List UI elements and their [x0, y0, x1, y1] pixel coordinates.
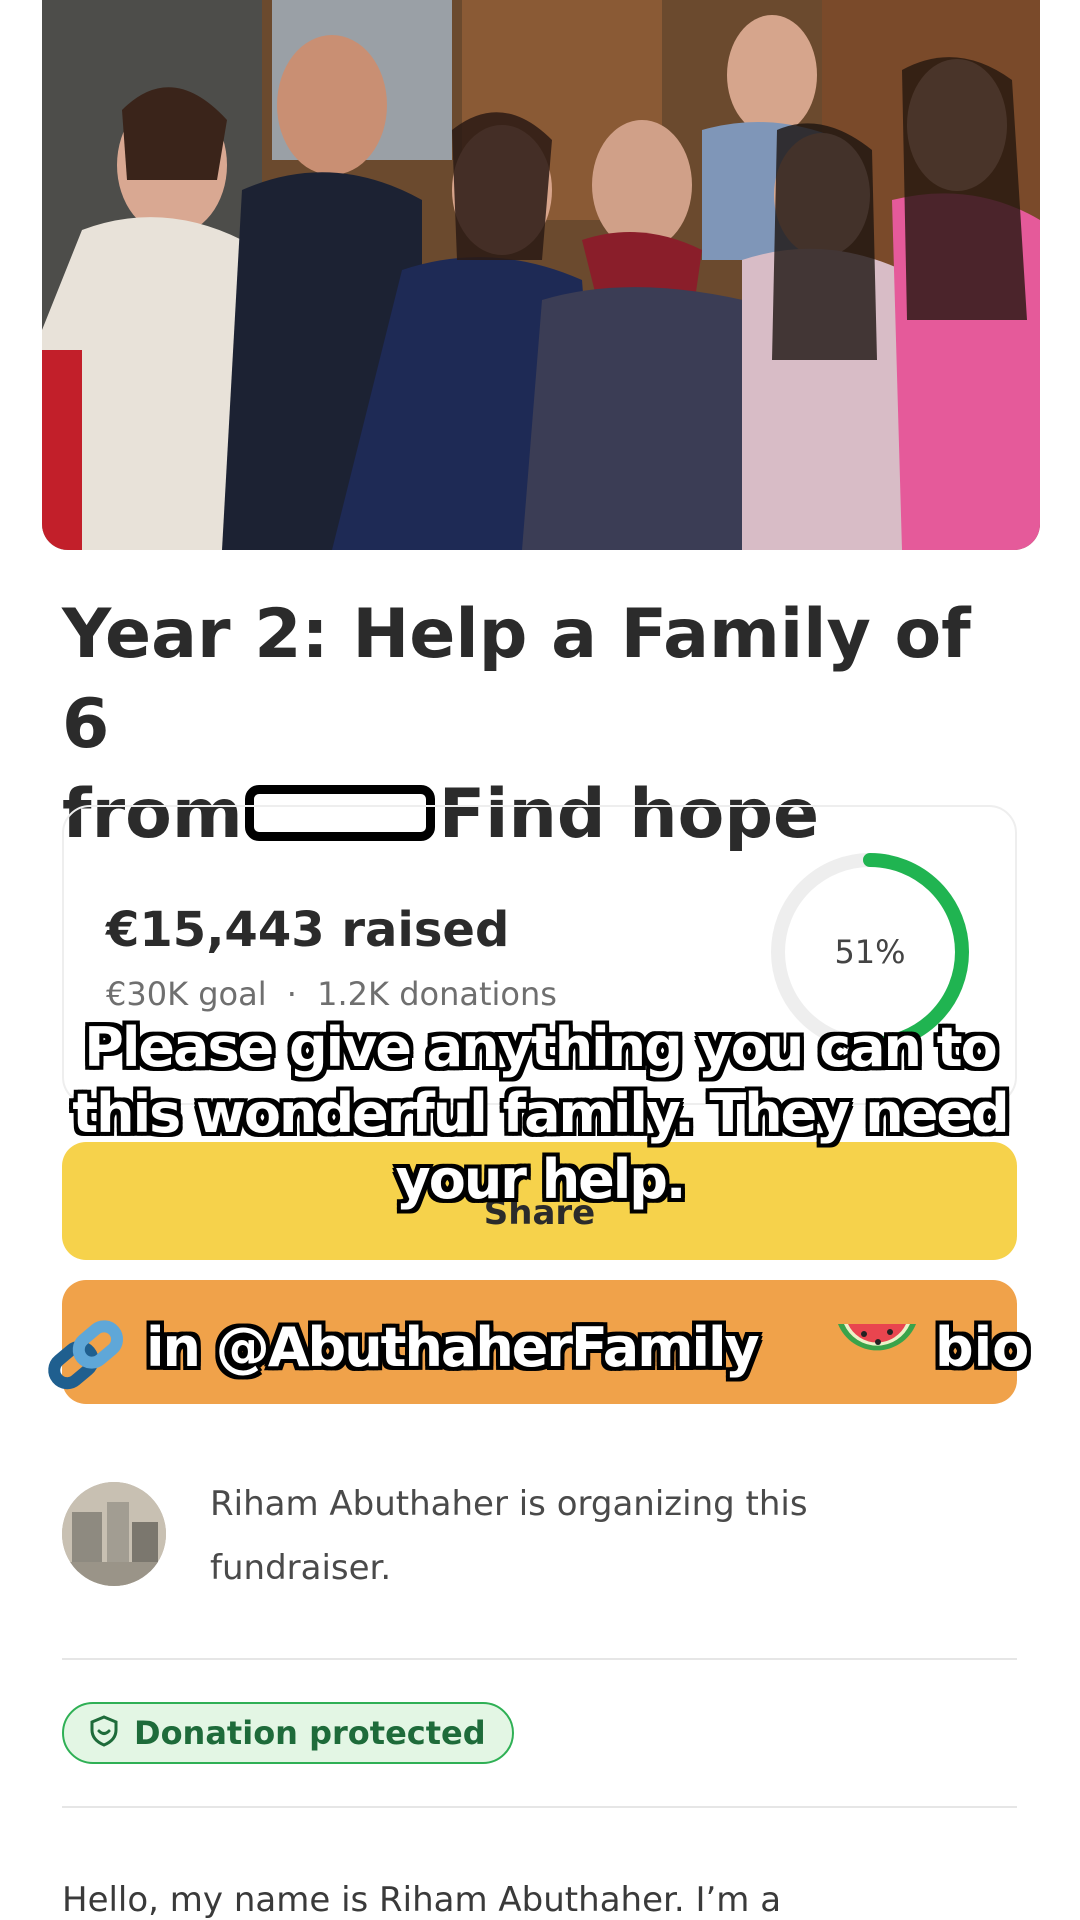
organizer-text: Riham Abuthaher is organizing this fundr…: [210, 1484, 808, 1588]
caption-line: Please give anything you can to: [84, 1016, 997, 1079]
caption-link-text[interactable]: in @AbuthaherFamily: [146, 1316, 760, 1379]
caption-link-tail: bio: [935, 1316, 1030, 1379]
overlay-caption: Please give anything you can to this won…: [0, 1015, 1080, 1213]
shield-icon: [88, 1714, 120, 1752]
link-icon: [42, 1316, 128, 1392]
caption-line: your help.: [395, 1148, 687, 1211]
divider: [62, 1658, 1017, 1660]
organizer-row[interactable]: Riham Abuthaher is organizing this fundr…: [62, 1470, 1017, 1610]
donation-protected-badge[interactable]: Donation protected: [62, 1702, 514, 1764]
badge-label: Donation protected: [134, 1714, 486, 1752]
caption-link-line: in @AbuthaherFamily bio: [0, 1308, 1080, 1398]
caption-line: this wonderful family. They need: [72, 1082, 1009, 1145]
organizer-avatar: [62, 1482, 166, 1586]
goal-summary: €30K goal · 1.2K donations: [106, 975, 557, 1013]
donation-count: 1.2K donations: [317, 975, 557, 1013]
title-line-1: Year 2: Help a Family of 6: [62, 595, 971, 764]
goal-amount: €30K goal: [106, 975, 267, 1013]
divider: [62, 1806, 1017, 1808]
story-intro: Hello, my name is Riham Abuthaher. I’m a: [62, 1880, 782, 1920]
separator-dot: ·: [286, 975, 297, 1013]
fundraiser-photo: [42, 0, 1040, 550]
amount-raised: €15,443 raised: [106, 902, 510, 958]
watermelon-icon: [832, 1314, 922, 1384]
